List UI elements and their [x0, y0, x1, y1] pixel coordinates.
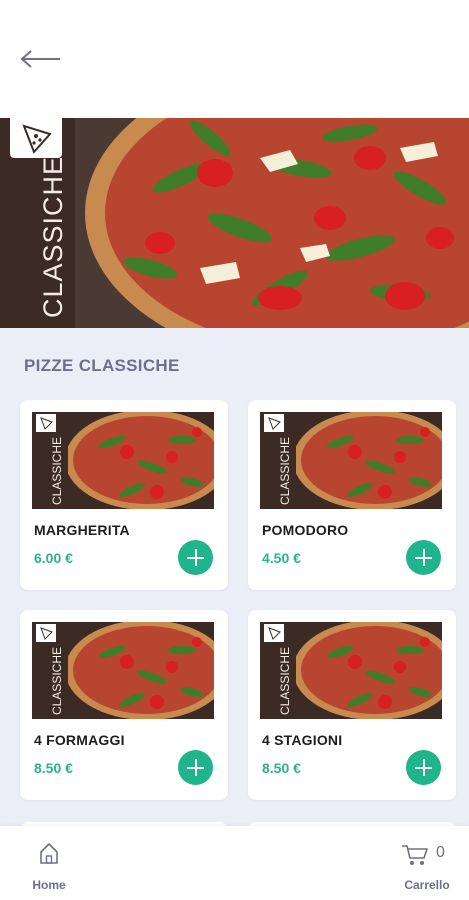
home-icon: [40, 843, 58, 864]
section-title: PIZZE CLASSICHE: [24, 356, 180, 375]
product-price: 8.50 €: [262, 760, 301, 776]
hero-category-word: CLASSICHE: [38, 155, 68, 318]
arrow-left-icon: [20, 50, 60, 68]
product-badge-word: CLASSICHE: [50, 436, 64, 505]
cart-icon: [402, 845, 428, 865]
top-bar: [0, 0, 469, 118]
product-name: 4 FORMAGGI: [34, 732, 125, 748]
product-image: CLASSICHE: [260, 412, 442, 509]
product-image: CLASSICHE: [32, 622, 214, 719]
product-name: MARGHERITA: [34, 522, 130, 538]
add-to-cart-button[interactable]: [178, 540, 213, 575]
cart-count-badge: 0: [436, 844, 445, 861]
product-card[interactable]: CLASSICHE 4 STAGIONI 8.50 €: [248, 610, 456, 800]
add-to-cart-button[interactable]: [406, 750, 441, 785]
product-image: CLASSICHE: [32, 412, 214, 509]
add-to-cart-button[interactable]: [406, 540, 441, 575]
nav-cart-label: Carrello: [404, 878, 450, 892]
product-card[interactable]: CLASSICHE POMODORO 4.50 €: [248, 400, 456, 590]
bottom-nav: Home 0 Carrello: [0, 826, 469, 900]
product-name: 4 STAGIONI: [262, 732, 343, 748]
product-price: 8.50 €: [34, 760, 73, 776]
product-price: 6.00 €: [34, 550, 73, 566]
product-badge-word: CLASSICHE: [278, 646, 292, 715]
product-badge-word: CLASSICHE: [50, 646, 64, 715]
product-card[interactable]: CLASSICHE 4 FORMAGGI 8.50 €: [20, 610, 228, 800]
nav-cart[interactable]: 0 Carrello: [392, 838, 462, 892]
add-to-cart-button[interactable]: [178, 750, 213, 785]
category-hero-image: CLASSICHE: [0, 118, 469, 328]
nav-home-label: Home: [32, 878, 66, 892]
product-badge-word: CLASSICHE: [278, 436, 292, 505]
nav-home[interactable]: Home: [22, 838, 76, 892]
pizza-slice-icon: [10, 118, 62, 158]
product-price: 4.50 €: [262, 550, 301, 566]
product-image: CLASSICHE: [260, 622, 442, 719]
product-card[interactable]: CLASSICHE MARGHERITA 6.00 €: [20, 400, 228, 590]
product-name: POMODORO: [262, 522, 349, 538]
back-button[interactable]: [18, 44, 66, 74]
